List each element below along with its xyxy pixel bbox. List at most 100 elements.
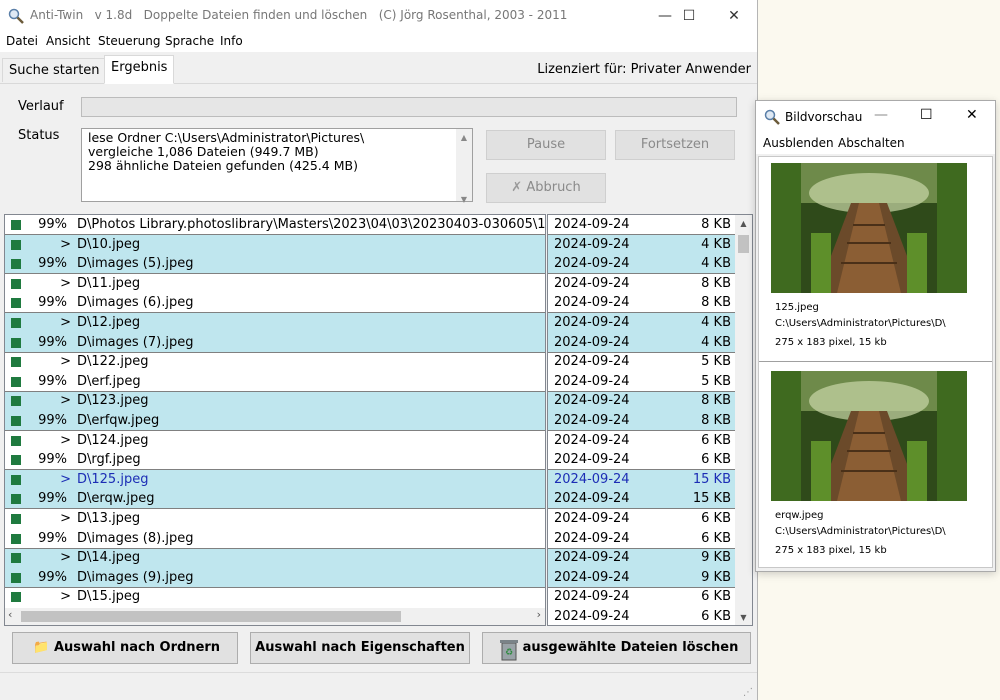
- menu-ausblenden[interactable]: Ausblenden: [763, 136, 834, 150]
- scroll-down-icon[interactable]: ▼: [735, 613, 752, 622]
- tab-ergebnis[interactable]: Ergebnis: [104, 55, 175, 84]
- status-textbox[interactable]: lese Ordner C:\Users\Administrator\Pictu…: [81, 128, 473, 204]
- scroll-down-icon[interactable]: ▼: [456, 193, 472, 207]
- table-row[interactable]: > D\15.jpeg: [5, 587, 545, 607]
- table-row[interactable]: 2024-09-24 8 KB: [548, 215, 735, 235]
- marker-checkbox-icon[interactable]: [11, 396, 21, 406]
- marker-checkbox-icon[interactable]: [11, 553, 21, 563]
- marker-checkbox-icon[interactable]: [11, 494, 21, 504]
- marker-checkbox-icon[interactable]: [11, 259, 21, 269]
- table-row[interactable]: 2024-09-24 8 KB: [548, 274, 735, 294]
- scroll-left-icon[interactable]: ‹: [8, 608, 12, 621]
- marker-checkbox-icon[interactable]: [11, 318, 21, 328]
- table-row[interactable]: 2024-09-24 6 KB: [548, 607, 735, 625]
- abbruch-button[interactable]: ✗ Abbruch: [486, 173, 606, 203]
- marker-checkbox-icon[interactable]: [11, 475, 21, 485]
- table-row[interactable]: > D\12.jpeg: [5, 313, 545, 333]
- table-row[interactable]: 2024-09-24 8 KB: [548, 293, 735, 313]
- table-row[interactable]: 99% D\images (8).jpeg: [5, 529, 545, 549]
- table-row[interactable]: 2024-09-24 9 KB: [548, 568, 735, 588]
- table-row[interactable]: > D\124.jpeg: [5, 431, 545, 451]
- tab-suche-starten[interactable]: Suche starten: [2, 58, 107, 82]
- table-row[interactable]: 2024-09-24 4 KB: [548, 313, 735, 333]
- menu-abschalten[interactable]: Abschalten: [838, 136, 905, 150]
- table-row[interactable]: 2024-09-24 15 KB: [548, 470, 735, 490]
- dateien-loeschen-button[interactable]: ♻ ausgewählte Dateien löschen: [482, 632, 751, 664]
- menu-sprache[interactable]: Sprache: [165, 34, 214, 48]
- resize-grip-icon[interactable]: ⋰: [743, 687, 753, 698]
- menu-steuerung[interactable]: Steuerung: [98, 34, 160, 48]
- table-row[interactable]: 99% D\Photos Library.photoslibrary\Master…: [5, 215, 545, 235]
- scroll-up-icon[interactable]: ▲: [456, 131, 472, 145]
- table-row[interactable]: 99% D\erf.jpeg: [5, 372, 545, 392]
- marker-checkbox-icon[interactable]: [11, 534, 21, 544]
- fortsetzen-button[interactable]: Fortsetzen: [615, 130, 735, 160]
- table-row[interactable]: > D\125.jpeg: [5, 470, 545, 490]
- table-row[interactable]: 99% D\images (5).jpeg: [5, 254, 545, 274]
- scroll-right-icon[interactable]: ›: [537, 608, 541, 621]
- row-size: 6 KB: [701, 433, 731, 448]
- close-button[interactable]: ✕: [711, 0, 757, 32]
- vertical-scroll-thumb[interactable]: [738, 235, 749, 253]
- table-row[interactable]: 2024-09-24 4 KB: [548, 254, 735, 274]
- vertical-scrollbar[interactable]: ▲ ▼: [735, 215, 752, 625]
- preview-maximize-button[interactable]: ☐: [920, 107, 933, 123]
- table-row[interactable]: > D\122.jpeg: [5, 352, 545, 372]
- preview-minimize-button[interactable]: —: [874, 107, 888, 123]
- menu-ansicht[interactable]: Ansicht: [46, 34, 90, 48]
- marker-checkbox-icon[interactable]: [11, 455, 21, 465]
- table-row[interactable]: > D\11.jpeg: [5, 274, 545, 294]
- marker-checkbox-icon[interactable]: [11, 298, 21, 308]
- table-row[interactable]: 99% D\images (9).jpeg: [5, 568, 545, 588]
- table-row[interactable]: 99% D\rgf.jpeg: [5, 450, 545, 470]
- folder-icon: 📁: [33, 640, 50, 655]
- marker-checkbox-icon[interactable]: [11, 514, 21, 524]
- table-row[interactable]: 2024-09-24 4 KB: [548, 333, 735, 353]
- marker-checkbox-icon[interactable]: [11, 279, 21, 289]
- table-row[interactable]: > D\14.jpeg: [5, 548, 545, 568]
- table-row[interactable]: > D\13.jpeg: [5, 509, 545, 529]
- preview-menu-bar: Ausblenden Abschalten: [756, 132, 995, 154]
- table-row[interactable]: 2024-09-24 8 KB: [548, 411, 735, 431]
- table-row[interactable]: 2024-09-24 5 KB: [548, 352, 735, 372]
- menu-info[interactable]: Info: [220, 34, 243, 48]
- marker-checkbox-icon[interactable]: [11, 592, 21, 602]
- horizontal-scroll-thumb[interactable]: [21, 611, 401, 622]
- table-row[interactable]: 2024-09-24 4 KB: [548, 235, 735, 255]
- marker-checkbox-icon[interactable]: [11, 416, 21, 426]
- pause-button[interactable]: Pause: [486, 130, 606, 160]
- maximize-button[interactable]: ☐: [666, 0, 712, 32]
- table-row[interactable]: 2024-09-24 8 KB: [548, 391, 735, 411]
- scroll-up-icon[interactable]: ▲: [735, 219, 752, 228]
- horizontal-scrollbar[interactable]: ‹ ›: [5, 608, 545, 625]
- table-row[interactable]: > D\123.jpeg: [5, 391, 545, 411]
- auswahl-ordnern-button[interactable]: 📁 Auswahl nach Ordnern: [12, 632, 238, 664]
- table-row[interactable]: 99% D\images (6).jpeg: [5, 293, 545, 313]
- auswahl-eigenschaften-button[interactable]: Auswahl nach Eigenschaften: [250, 632, 470, 664]
- table-row[interactable]: 2024-09-24 6 KB: [548, 431, 735, 451]
- marker-checkbox-icon[interactable]: [11, 240, 21, 250]
- table-row[interactable]: 2024-09-24 6 KB: [548, 450, 735, 470]
- marker-checkbox-icon[interactable]: [11, 338, 21, 348]
- table-row[interactable]: > D\10.jpeg: [5, 235, 545, 255]
- file-list-paths[interactable]: > D\15.jpeg 99% D\images (9).jpeg > D\14.jpeg…: [4, 214, 546, 626]
- file-list-details[interactable]: 2024-09-24 6 KB 2024-09-24 6 KB 2024-09-24 9 …: [547, 214, 753, 626]
- marker-checkbox-icon[interactable]: [11, 377, 21, 387]
- preview-close-button[interactable]: ✕: [966, 107, 978, 123]
- marker-checkbox-icon[interactable]: [11, 357, 21, 367]
- table-row[interactable]: 99% D\erfqw.jpeg: [5, 411, 545, 431]
- marker-checkbox-icon[interactable]: [11, 436, 21, 446]
- table-row[interactable]: 2024-09-24 6 KB: [548, 509, 735, 529]
- table-row[interactable]: 99% D\erqw.jpeg: [5, 489, 545, 509]
- status-scrollbar[interactable]: ▲ ▼: [456, 129, 472, 204]
- menu-datei[interactable]: Datei: [6, 34, 38, 48]
- table-row[interactable]: 2024-09-24 9 KB: [548, 548, 735, 568]
- marker-checkbox-icon[interactable]: [11, 573, 21, 583]
- table-row[interactable]: 2024-09-24 6 KB: [548, 529, 735, 549]
- cancel-x-icon: ✗: [511, 180, 523, 195]
- table-row[interactable]: 2024-09-24 15 KB: [548, 489, 735, 509]
- table-row[interactable]: 2024-09-24 6 KB: [548, 587, 735, 607]
- table-row[interactable]: 99% D\images (7).jpeg: [5, 333, 545, 353]
- table-row[interactable]: 2024-09-24 5 KB: [548, 372, 735, 392]
- marker-checkbox-icon[interactable]: [11, 220, 21, 230]
